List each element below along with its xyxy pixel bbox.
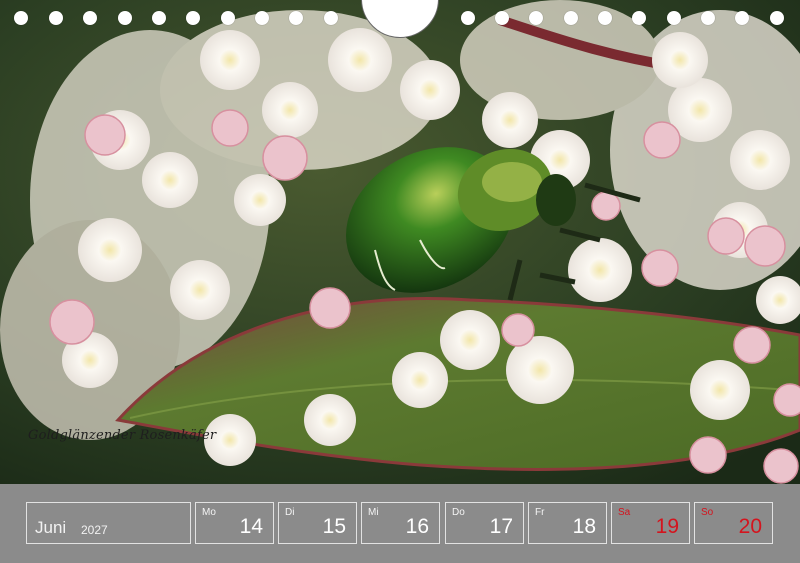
day-cell-wednesday: Mi 16 <box>361 502 440 544</box>
month-name: Juni <box>35 518 67 537</box>
weekday-label: Fr <box>535 507 545 518</box>
binding-hole <box>564 11 578 25</box>
day-cell-monday: Mo 14 <box>195 502 274 544</box>
binding-hole <box>289 11 303 25</box>
hanger-cutout-icon <box>361 0 439 38</box>
day-number: 19 <box>655 515 679 538</box>
month-label-box: Juni 2027 <box>26 502 191 544</box>
day-number: 20 <box>738 515 762 538</box>
weekday-label: Mo <box>202 507 216 518</box>
weekday-label: Do <box>452 507 465 518</box>
binding-hole <box>495 11 509 25</box>
calendar-photo: Goldglänzender Rosenkäfer <box>0 0 800 484</box>
weekday-label: Sa <box>618 507 631 518</box>
day-cell-saturday: Sa 19 <box>611 502 690 544</box>
weekday-label: Mi <box>368 507 379 518</box>
day-cell-sunday: So 20 <box>694 502 773 544</box>
day-cell-thursday: Do 17 <box>445 502 524 544</box>
binding-hole <box>118 11 132 25</box>
binding-hole <box>49 11 63 25</box>
binding-hole <box>186 11 200 25</box>
binding-hole <box>529 11 543 25</box>
binding-hole <box>770 11 784 25</box>
year-label: 2027 <box>81 523 108 537</box>
binding-hole <box>735 11 749 25</box>
weekday-label: So <box>701 507 714 518</box>
binding-hole <box>221 11 235 25</box>
photo-caption: Goldglänzender Rosenkäfer <box>28 428 217 443</box>
binding-hole <box>14 11 28 25</box>
day-number: 16 <box>405 515 429 538</box>
binding-hole <box>667 11 681 25</box>
binding-hole <box>152 11 166 25</box>
day-number: 17 <box>489 515 513 538</box>
binding-hole <box>461 11 475 25</box>
binding-holes <box>0 0 800 40</box>
binding-hole <box>83 11 97 25</box>
day-number: 18 <box>572 515 596 538</box>
binding-hole <box>598 11 612 25</box>
binding-hole <box>324 11 338 25</box>
weekday-label: Di <box>285 507 295 518</box>
binding-hole <box>701 11 715 25</box>
binding-hole <box>255 11 269 25</box>
day-cell-friday: Fr 18 <box>528 502 607 544</box>
binding-hole <box>632 11 646 25</box>
day-cell-tuesday: Di 15 <box>278 502 357 544</box>
day-number: 14 <box>239 515 263 538</box>
beetle-on-blossoms-image <box>0 0 800 484</box>
day-number: 15 <box>322 515 346 538</box>
